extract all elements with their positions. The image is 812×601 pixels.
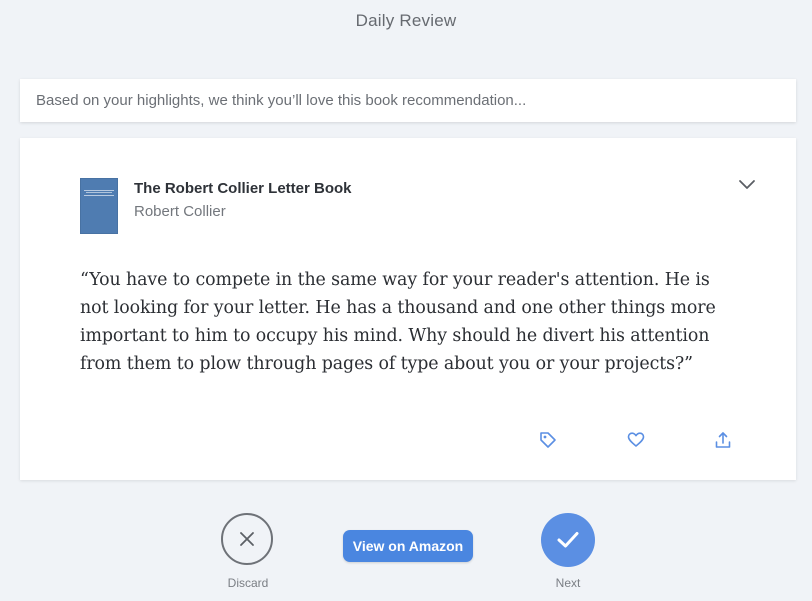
view-on-amazon-button[interactable]: View on Amazon <box>343 530 473 562</box>
checkmark-icon <box>557 532 579 548</box>
discard-button[interactable] <box>221 513 273 565</box>
highlight-card: The Robert Collier Letter Book Robert Co… <box>20 138 796 480</box>
book-title: The Robert Collier Letter Book <box>134 180 352 197</box>
recommendation-banner: Based on your highlights, we think you’l… <box>20 79 796 122</box>
discard-label: Discard <box>227 576 269 590</box>
share-icon[interactable] <box>713 430 733 450</box>
chevron-down-icon[interactable] <box>738 178 756 192</box>
book-cover <box>80 178 118 234</box>
tag-icon[interactable] <box>538 430 558 450</box>
heart-icon[interactable] <box>626 430 646 450</box>
book-author: Robert Collier <box>134 203 226 220</box>
next-button[interactable] <box>541 513 595 567</box>
close-icon <box>240 532 254 546</box>
page-title: Daily Review <box>355 11 457 30</box>
book-cover-title-mark <box>84 190 114 196</box>
highlight-quote: “You have to compete in the same way for… <box>80 270 716 374</box>
next-label: Next <box>555 576 581 590</box>
